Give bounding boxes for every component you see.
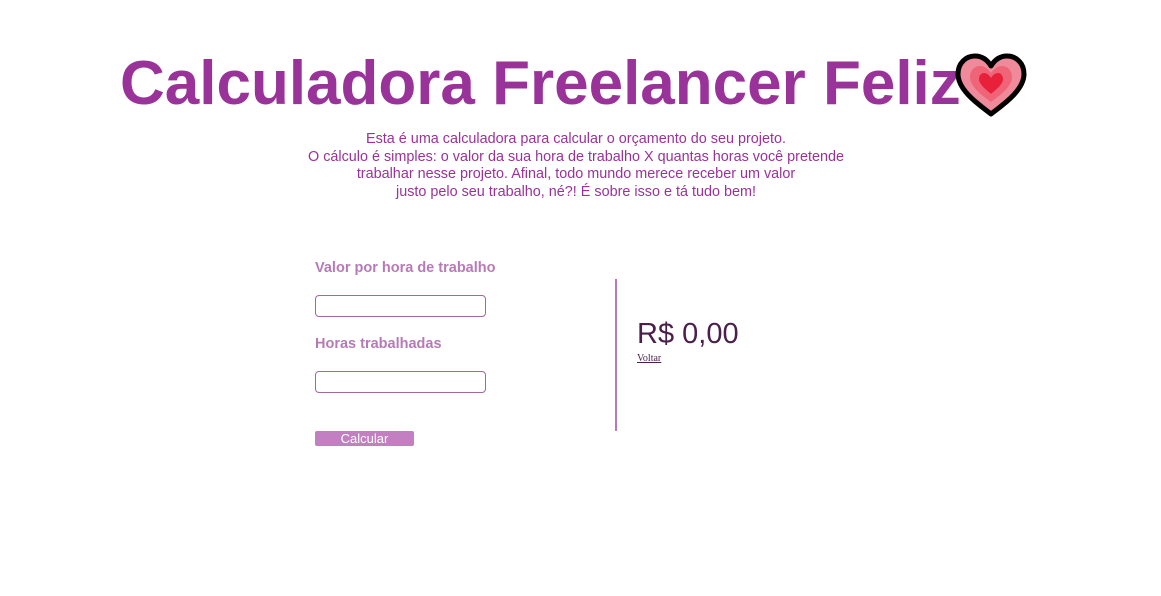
intro-text: Esta é uma calculadora para calcular o o… bbox=[276, 131, 876, 201]
vertical-divider bbox=[615, 279, 617, 431]
hours-input[interactable] bbox=[315, 371, 486, 393]
intro-line: Esta é uma calculadora para calcular o o… bbox=[366, 131, 786, 147]
page-title: Calculadora Freelancer Feliz bbox=[120, 49, 961, 118]
heart-icon bbox=[954, 52, 1028, 118]
hour-value-label: Valor por hora de trabalho bbox=[315, 260, 496, 276]
result-amount: R$ 0,00 bbox=[637, 318, 739, 350]
hour-value-input[interactable] bbox=[315, 295, 486, 317]
hours-label: Horas trabalhadas bbox=[315, 336, 442, 352]
calculate-button[interactable]: Calcular bbox=[315, 431, 414, 446]
intro-line: justo pelo seu trabalho, né?! É sobre is… bbox=[396, 183, 756, 200]
intro-line: trabalhar nesse projeto. Afinal, todo mu… bbox=[356, 166, 796, 182]
intro-line: O cálculo é simples: o valor da sua hora… bbox=[308, 148, 844, 165]
back-link[interactable]: Voltar bbox=[637, 353, 661, 364]
